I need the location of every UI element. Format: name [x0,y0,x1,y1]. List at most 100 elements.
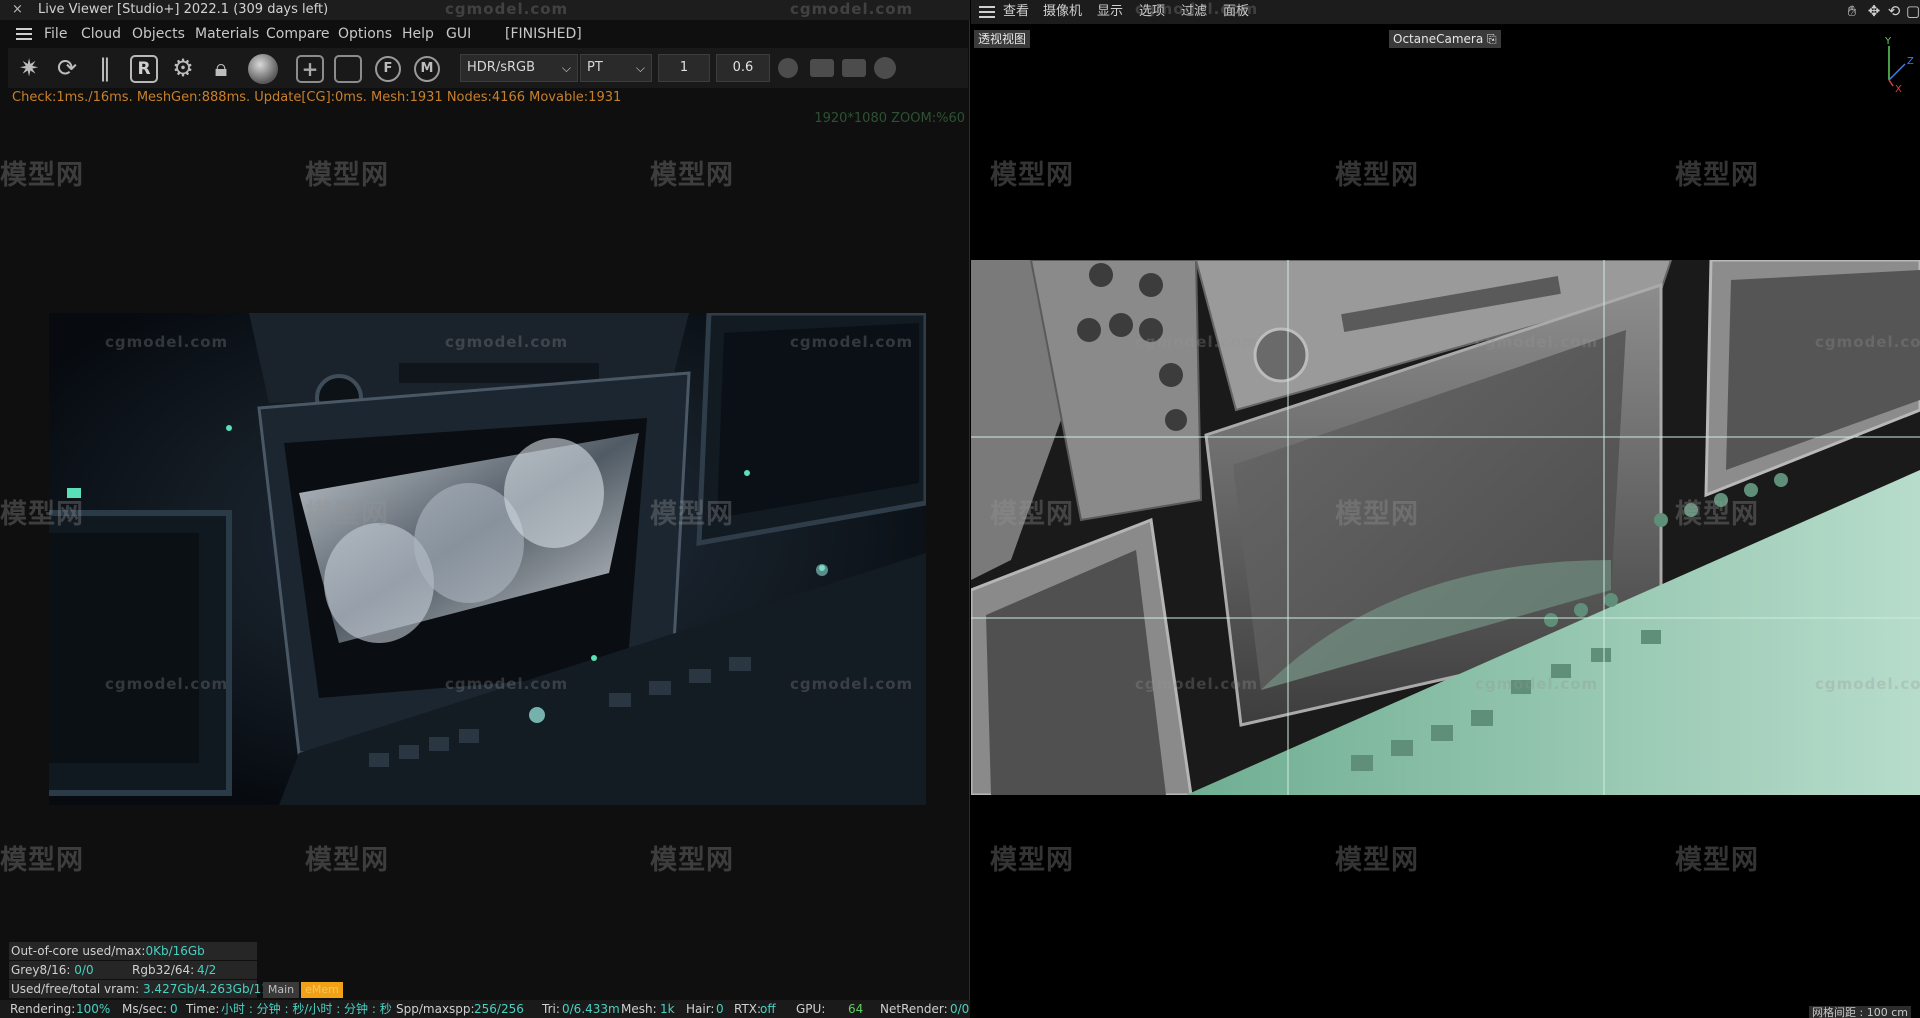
watermark-site: cgmodel.com [790,675,914,693]
grid-spacing-label: 网格间距 : 100 cm [1809,1006,1911,1018]
rendered-image[interactable] [49,313,926,805]
watermark-logo: 模型网 [0,499,84,530]
vram-label: Used/free/total vram: [11,982,140,996]
rtx-label: RTX: [734,1002,762,1016]
film-icon[interactable] [810,59,834,77]
region-render-button[interactable]: R [130,55,158,83]
reload-scene-icon[interactable]: ✷ [14,53,44,83]
live-viewer-panel: × Live Viewer [Studio+] 2022.1 (309 days… [0,0,970,1018]
watermark-site: cgmodel.com [1815,675,1920,693]
viewport-shaded-render[interactable] [971,260,1920,795]
material-sphere-icon[interactable] [248,54,278,84]
rgb-value: 4/2 [197,963,217,977]
render-statusbar: Rendering: 100% Ms/sec: 0 Time: 小时 : 分钟 … [0,1000,970,1018]
watermark-logo: 模型网 [990,845,1074,876]
watermark-logo: 模型网 [1335,499,1419,530]
watermark-logo: 模型网 [1675,499,1759,530]
chevron-down-icon: ⌵ [561,61,571,75]
menu-cloud[interactable]: Cloud [81,22,121,46]
pause-icon[interactable]: ‖ [90,53,120,83]
menu-compare[interactable]: Compare [266,22,330,46]
move-arrows-icon[interactable]: ✥ [1865,2,1883,20]
view-name-label: 透视视图 [974,30,1031,48]
watermark-site: cgmodel.com [790,333,914,351]
camera-icon[interactable] [842,59,866,77]
time-value: 小时 : 分钟 : 秒/小时 : 分钟 : 秒 [221,1002,392,1016]
gpu-value: 64 [848,1002,864,1016]
viewport-illustration [971,260,1920,795]
settings-gear-icon[interactable]: ⚙ [168,53,198,83]
watermark-site: cgmodel.com [1815,333,1920,351]
watermark-logo: 模型网 [1335,845,1419,876]
watermark-logo: 模型网 [990,499,1074,530]
watermark-logo: 模型网 [650,160,734,191]
restart-render-icon[interactable]: ⟳ [52,53,82,83]
watermark-site: cgmodel.com [1475,675,1599,693]
rotate-icon[interactable]: ⟲ [1885,2,1903,20]
camera-name-text: OctaneCamera [1393,32,1484,46]
rtx-value: off [760,1002,776,1016]
hexagon-icon[interactable] [778,58,798,78]
tab-main[interactable]: Main [263,982,299,998]
rendering-value: 100% [76,1002,111,1016]
watermark-site: cgmodel.com [790,0,914,18]
lock-icon[interactable]: 🔒︎ [206,53,236,83]
watermark-logo: 模型网 [650,845,734,876]
hamburger-menu-icon[interactable] [979,6,995,18]
value-field-1[interactable]: 1 [658,54,710,82]
menu-view[interactable]: 查看 [1003,0,1029,24]
watermark-site: cgmodel.com [445,0,569,18]
axis-gizmo: Y Z X [1884,36,1914,92]
menu-help[interactable]: Help [402,22,434,46]
render-status-label: [FINISHED] [505,26,582,42]
menu-display[interactable]: 显示 [1097,0,1123,24]
grey-label: Grey8/16: [11,963,71,977]
watermark-logo: 模型网 [650,499,734,530]
mssec-value: 0 [170,1002,178,1016]
mssec-label: Ms/sec: [122,1002,167,1016]
spp-value: 256/256 [474,1002,524,1016]
film-region-icon[interactable] [334,55,362,83]
maximize-view-icon[interactable]: ▢ [1904,2,1920,20]
color-space-dropdown[interactable]: HDR/sRGB ⌵ [460,54,578,82]
render-stats-line: Check:1ms./16ms. MeshGen:888ms. Update[C… [12,90,622,105]
pan-hand-icon[interactable]: ✋︎ [1843,2,1861,20]
color-space-value: HDR/sRGB [467,60,535,75]
focus-picker-button[interactable]: F [375,56,401,82]
menu-materials[interactable]: Materials [195,22,259,46]
kernel-value: PT [587,60,603,75]
watermark-logo: 模型网 [0,845,84,876]
hamburger-menu-icon[interactable] [16,28,32,40]
add-region-icon[interactable]: + [296,55,324,83]
vram-row: Used/free/total vram: 3.427Gb/4.263Gb/11 [9,980,269,998]
out-of-core-row: Out-of-core used/max:0Kb/16Gb [9,942,257,960]
kernel-dropdown[interactable]: PT ⌵ [580,54,652,82]
menu-gui[interactable]: GUI [446,22,471,46]
vram-value: 3.427Gb/4.263Gb/11 [142,982,269,996]
time-label: Time: [186,1002,220,1016]
menu-camera[interactable]: 摄像机 [1043,0,1082,24]
tri-label: Tri: [542,1002,560,1016]
close-icon[interactable]: × [12,0,23,20]
rendering-label: Rendering: [10,1002,76,1016]
menu-options[interactable]: Options [338,22,392,46]
menu-objects[interactable]: Objects [132,22,185,46]
perspective-viewport[interactable]: 查看 摄像机 显示 选项 过滤 面板 ✋︎ ✥ ⟲ ▢ 透视视图 OctaneC… [971,0,1920,1018]
app-root: × Live Viewer [Studio+] 2022.1 (309 days… [0,0,1920,1018]
circle-icon[interactable] [874,57,896,79]
watermark-logo: 模型网 [1675,845,1759,876]
watermark-logo: 模型网 [1335,160,1419,191]
camera-name-label[interactable]: OctaneCamera ⎘ [1389,30,1501,48]
live-viewer-toolbar: ✷ ⟳ ‖ R ⚙ 🔒︎ + F M HDR/sRGB ⌵ PT ⌵ 1 0.6 [8,48,968,88]
material-picker-button[interactable]: M [414,56,440,82]
axis-x-label: X [1895,84,1902,92]
value-field-2[interactable]: 0.6 [716,54,770,82]
mesh-label: Mesh: [621,1002,657,1016]
watermark-logo: 模型网 [0,160,84,191]
tab-emem[interactable]: eMem [301,982,343,998]
mesh-value: 1k [660,1002,675,1016]
watermark-logo: 模型网 [305,845,389,876]
axis-y-label: Y [1884,36,1892,47]
menu-file[interactable]: File [44,22,67,46]
watermark-site: cgmodel.com [1135,675,1259,693]
